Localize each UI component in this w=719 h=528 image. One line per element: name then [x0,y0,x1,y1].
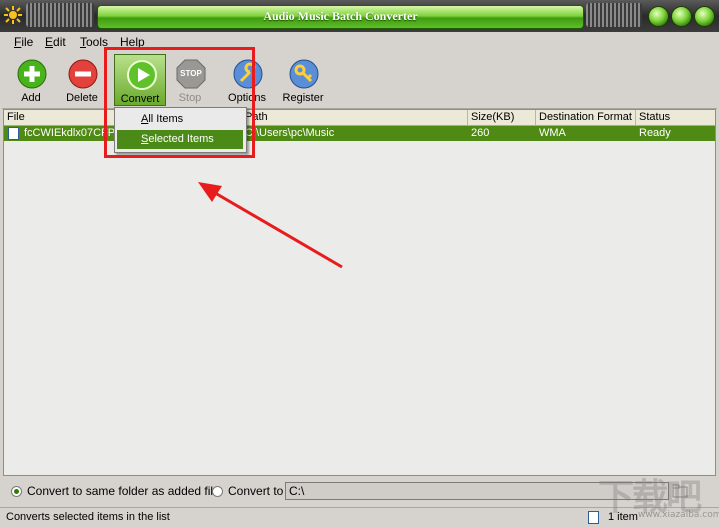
menu-file-label: ile [21,35,34,49]
column-destination-format[interactable]: Destination Format [536,110,636,125]
delete-label: Delete [66,92,98,104]
cell-size: 260 [471,127,490,139]
minimize-button[interactable] [648,6,669,27]
title-bar[interactable]: Audio Music Batch Converter [0,0,719,32]
add-icon [17,59,47,89]
title-grip-right [586,3,642,27]
site-watermark-logo: 下载吧 www.xiazaiba.com [598,477,719,520]
register-button[interactable]: Register [277,54,329,106]
add-button[interactable]: Add [5,54,57,106]
same-folder-label: Convert to same folder as added file [27,484,220,498]
app-window: Audio Music Batch Converter File Edit To… [0,0,719,528]
file-list[interactable]: File Path Size(KB) Destination Format St… [3,109,716,476]
register-label: Register [282,92,324,104]
column-size[interactable]: Size(KB) [468,110,536,125]
menu-edit[interactable]: Edit [45,35,66,49]
window-title: Audio Music Batch Converter [263,9,418,23]
cell-format: WMA [539,127,566,139]
cell-path: C:\Users\pc\Music [245,127,335,139]
convert-to-label: Convert to [228,484,284,498]
key-icon [289,59,319,89]
column-status[interactable]: Status [636,110,715,125]
delete-icon [68,59,98,89]
title-grip-left [26,3,94,27]
app-icon [4,6,22,24]
convert-to-radio[interactable] [212,486,223,497]
menu-file[interactable]: File [14,35,33,49]
menu-edit-label: dit [53,35,66,49]
annotation-arrow [198,182,343,269]
cell-status: Ready [639,127,671,139]
delete-button[interactable]: Delete [56,54,108,106]
audio-file-icon [8,127,19,140]
title-pill: Audio Music Batch Converter [97,5,584,29]
maximize-button[interactable] [671,6,692,27]
column-path[interactable]: Path [242,110,468,125]
status-message: Converts selected items in the list [6,511,170,523]
menu-edit-key: E [45,35,54,49]
close-button[interactable] [694,6,715,27]
annotation-highlight-box [104,47,255,158]
add-label: Add [21,92,41,104]
same-folder-radio[interactable] [11,486,22,497]
